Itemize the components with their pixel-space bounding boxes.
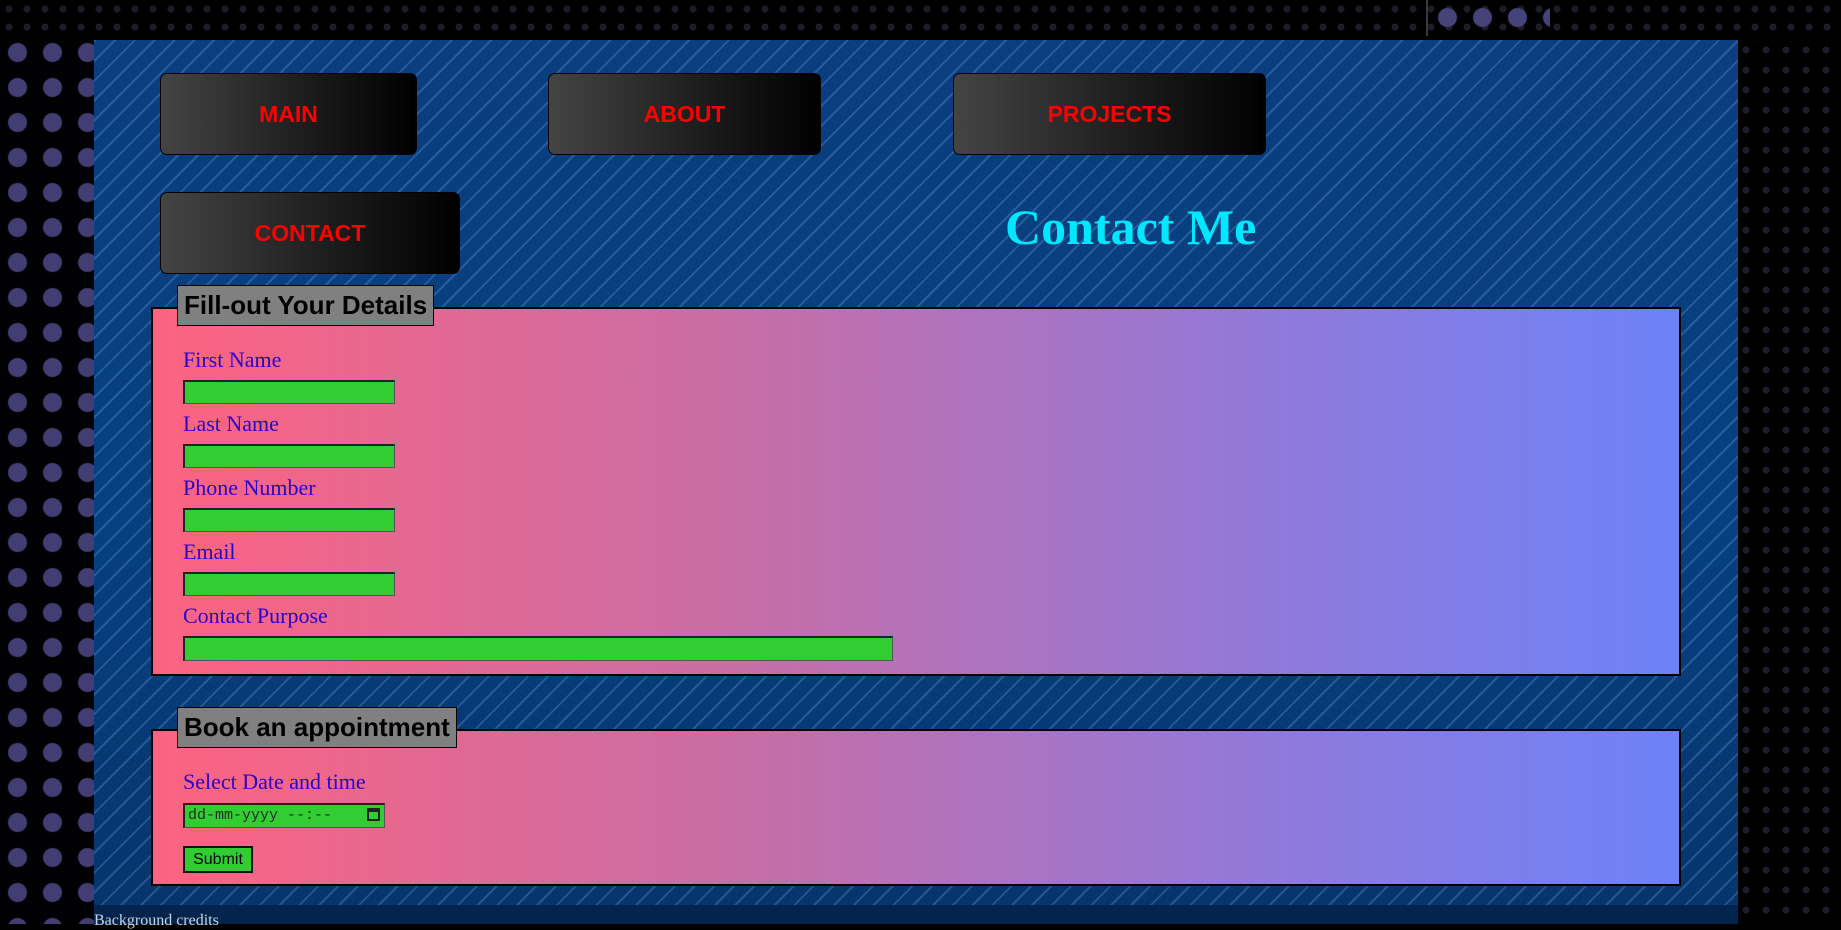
footer-text: Background credits [94,912,219,929]
nav-main-label: MAIN [259,100,318,127]
first-name-field[interactable] [183,380,395,404]
top-background [0,0,1841,42]
nav-main-button[interactable]: MAIN [160,73,417,155]
email-field[interactable] [183,572,395,596]
contact-purpose-field[interactable] [183,636,893,661]
appointment-legend: Book an appointment [177,707,457,748]
datetime-input[interactable]: dd-mm-yyyy --:-- [183,803,385,828]
phone-number-label: Phone Number [183,475,316,500]
nav-contact-button[interactable]: CONTACT [160,192,460,274]
details-legend: Fill-out Your Details [177,285,435,326]
submit-label: Submit [193,850,243,868]
calendar-icon[interactable] [367,808,380,821]
top-divider [1426,0,1428,36]
datetime-label: Select Date and time [183,769,366,794]
submit-button[interactable]: Submit [183,846,253,873]
datetime-placeholder: dd-mm-yyyy --:-- [188,807,333,824]
nav-about-button[interactable]: ABOUT [548,73,821,155]
nav-contact-label: CONTACT [254,219,366,246]
footer-bar [94,905,1738,924]
details-fieldset [151,307,1681,676]
nav-projects-button[interactable]: PROJECTS [953,73,1266,155]
email-label: Email [183,539,236,564]
nav-about-label: ABOUT [643,100,726,127]
page-title: Contact Me [1005,199,1257,255]
last-name-label: Last Name [183,411,279,436]
top-dots [1430,0,1550,40]
phone-number-field[interactable] [183,508,395,532]
contact-purpose-label: Contact Purpose [183,603,328,628]
nav-projects-label: PROJECTS [1047,100,1172,127]
right-background [1736,0,1841,924]
last-name-field[interactable] [183,444,395,468]
first-name-label: First Name [183,347,282,372]
